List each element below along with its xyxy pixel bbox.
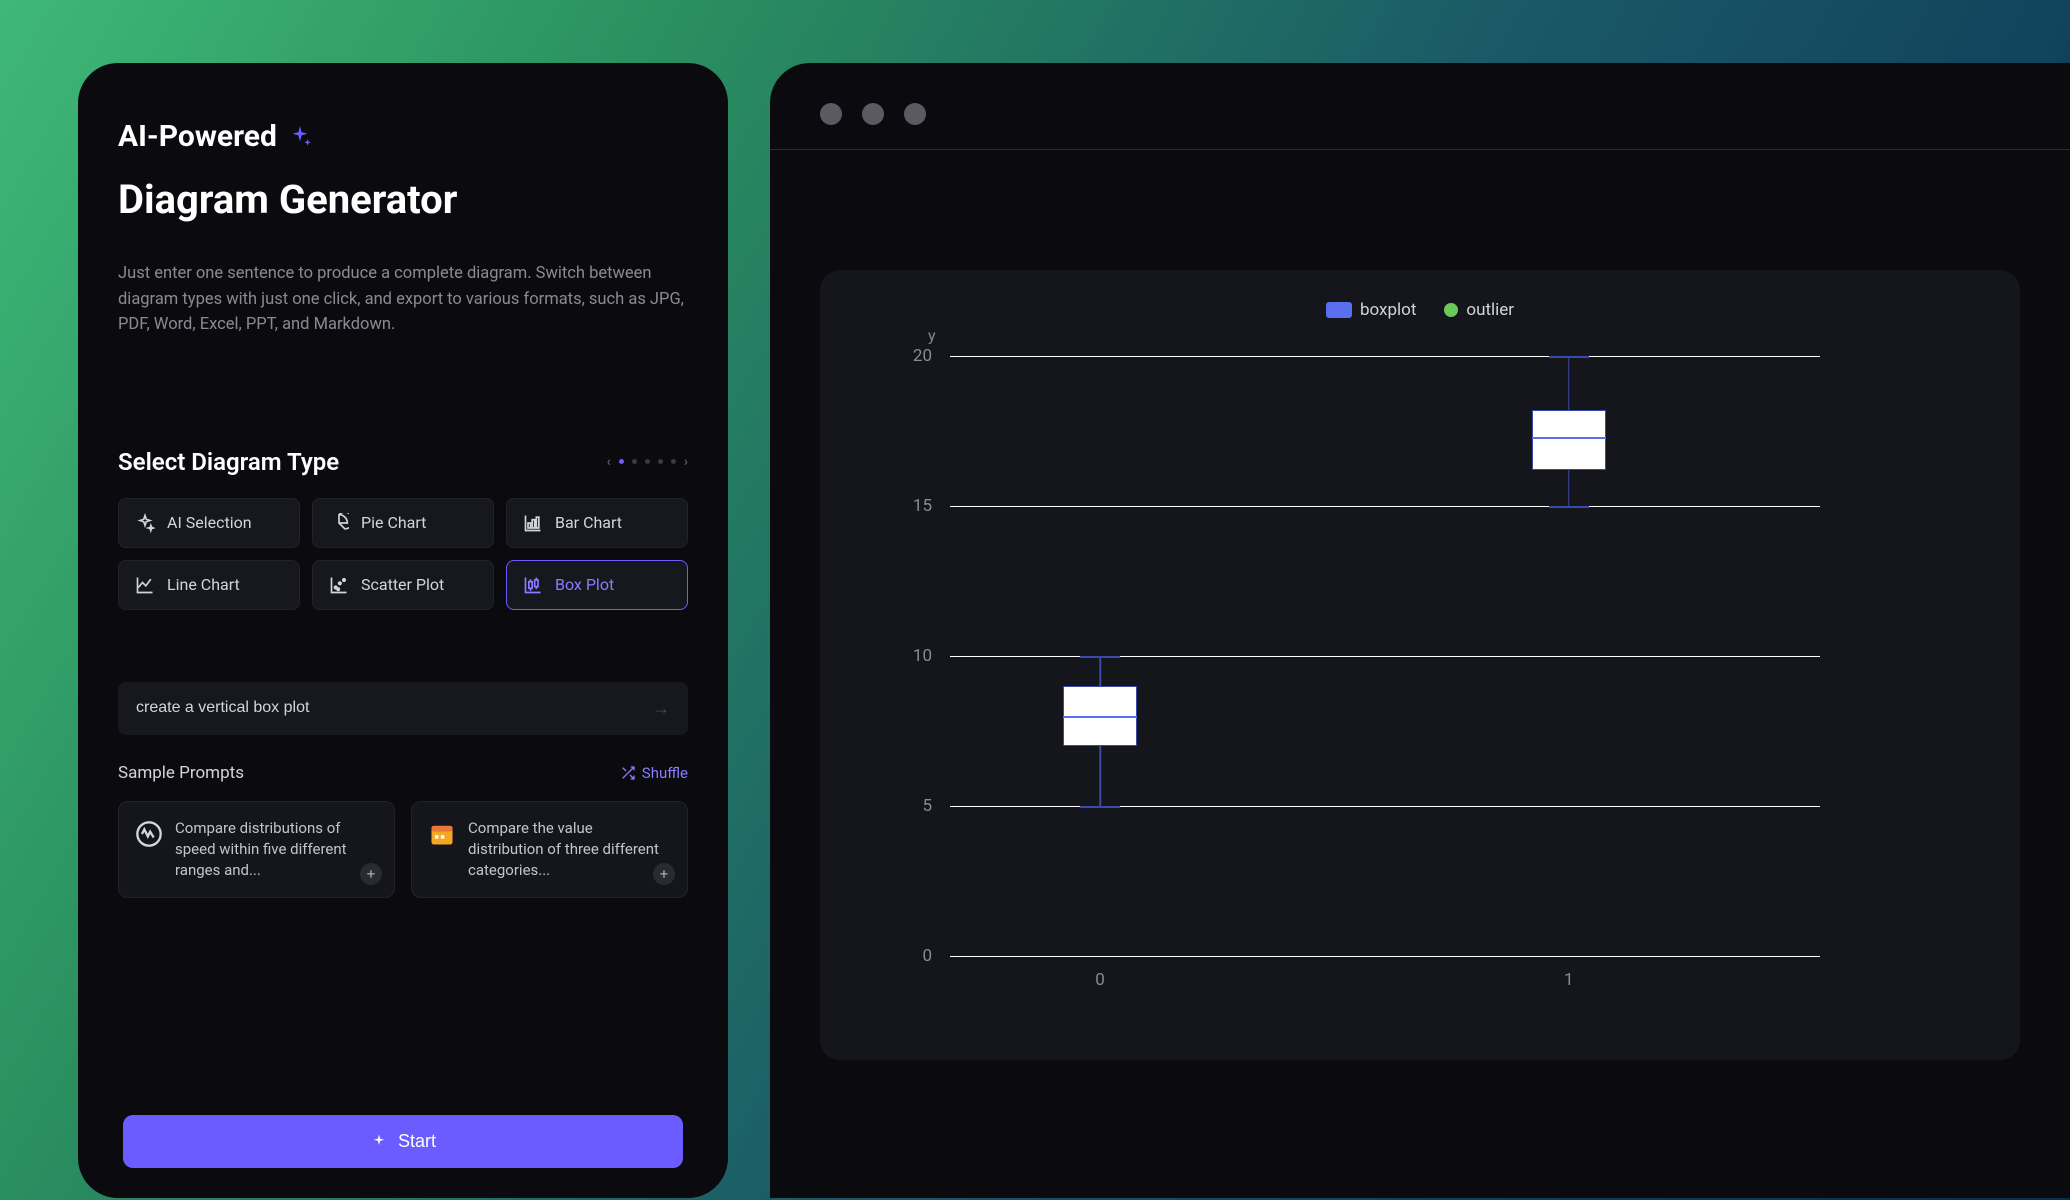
- whisker: [1568, 356, 1570, 410]
- chip-label: Box Plot: [555, 575, 614, 594]
- sample-card-text: Compare distributions of speed within fi…: [175, 818, 378, 881]
- preview-panel: boxplot outlier y 0510152001: [770, 63, 2070, 1198]
- chart-legend: boxplot outlier: [860, 300, 1980, 320]
- whisker-cap: [1549, 506, 1589, 508]
- gridline: [950, 506, 1820, 507]
- sample-card-1[interactable]: Compare distributions of speed within fi…: [118, 801, 395, 898]
- chip-ai-selection[interactable]: AI Selection: [118, 498, 300, 548]
- whisker: [1568, 470, 1570, 506]
- scatter-plot-icon: [329, 575, 349, 595]
- start-button-label: Start: [398, 1131, 436, 1152]
- line-chart-icon: [135, 575, 155, 595]
- pager-dot-5[interactable]: [671, 459, 676, 464]
- chip-label: Bar Chart: [555, 513, 622, 532]
- chip-line-chart[interactable]: Line Chart: [118, 560, 300, 610]
- box: [1532, 410, 1606, 470]
- generator-panel: AI-Powered Diagram Generator Just enter …: [78, 63, 728, 1198]
- diagram-type-pager: ‹ ›: [607, 454, 688, 470]
- legend-swatch-boxplot: [1326, 302, 1352, 318]
- chip-label: AI Selection: [167, 513, 252, 532]
- pager-dot-4[interactable]: [658, 459, 663, 464]
- pager-dot-1[interactable]: [619, 459, 624, 464]
- chip-label: Line Chart: [167, 575, 240, 594]
- y-axis-label: y: [928, 326, 936, 345]
- shuffle-label: Shuffle: [642, 764, 688, 782]
- pie-chart-icon: [329, 513, 349, 533]
- y-tick-label: 20: [913, 346, 932, 366]
- whisker: [1099, 746, 1101, 806]
- activity-icon: [135, 820, 163, 848]
- chart-area: y 0510152001: [930, 336, 1980, 976]
- y-tick-label: 15: [913, 496, 932, 516]
- shuffle-icon: [620, 765, 636, 781]
- chip-scatter-plot[interactable]: Scatter Plot: [312, 560, 494, 610]
- chip-label: Scatter Plot: [361, 575, 444, 594]
- bar-chart-icon: [523, 513, 543, 533]
- shuffle-button[interactable]: Shuffle: [620, 764, 688, 782]
- sample-card-text: Compare the value distribution of three …: [468, 818, 671, 881]
- window-maximize-icon[interactable]: [904, 103, 926, 125]
- add-sample-button[interactable]: +: [360, 863, 382, 885]
- ai-powered-tag: AI-Powered: [118, 119, 688, 154]
- sample-prompts-title: Sample Prompts: [118, 763, 244, 783]
- sparkle-icon: [135, 513, 155, 533]
- chart-card: boxplot outlier y 0510152001: [820, 270, 2020, 1060]
- whisker-cap: [1080, 806, 1120, 808]
- chip-pie-chart[interactable]: Pie Chart: [312, 498, 494, 548]
- box-plot-icon: [523, 575, 543, 595]
- legend-label: outlier: [1466, 300, 1514, 320]
- chip-label: Pie Chart: [361, 513, 426, 532]
- sample-card-2[interactable]: Compare the value distribution of three …: [411, 801, 688, 898]
- calendar-icon: [428, 820, 456, 848]
- legend-item-boxplot[interactable]: boxplot: [1326, 300, 1416, 320]
- x-tick-label: 0: [1095, 970, 1105, 990]
- whisker-cap: [1549, 356, 1589, 358]
- add-sample-button[interactable]: +: [653, 863, 675, 885]
- chip-bar-chart[interactable]: Bar Chart: [506, 498, 688, 548]
- median-line: [1063, 716, 1137, 718]
- pager-dot-2[interactable]: [632, 459, 637, 464]
- gridline: [950, 956, 1820, 957]
- median-line: [1532, 437, 1606, 439]
- description-text: Just enter one sentence to produce a com…: [118, 261, 688, 338]
- prompt-input-container[interactable]: →: [118, 682, 688, 735]
- y-tick-label: 5: [922, 796, 932, 816]
- whisker: [1099, 656, 1101, 686]
- start-button[interactable]: Start: [123, 1115, 683, 1168]
- chart-plot: 0510152001: [950, 356, 1820, 956]
- sparkle-icon: [287, 124, 313, 150]
- whisker-cap: [1080, 656, 1120, 658]
- submit-arrow-icon[interactable]: →: [652, 698, 670, 719]
- gridline: [950, 356, 1820, 357]
- legend-label: boxplot: [1360, 300, 1416, 320]
- page-title: Diagram Generator: [118, 176, 688, 223]
- pager-dot-3[interactable]: [645, 459, 650, 464]
- legend-item-outlier[interactable]: outlier: [1444, 300, 1514, 320]
- ai-powered-text: AI-Powered: [118, 119, 277, 154]
- chip-box-plot[interactable]: Box Plot: [506, 560, 688, 610]
- legend-swatch-outlier: [1444, 303, 1458, 317]
- y-tick-label: 0: [922, 946, 932, 966]
- pager-prev[interactable]: ‹: [607, 454, 611, 470]
- x-tick-label: 1: [1564, 970, 1574, 990]
- window-controls: [770, 63, 2070, 150]
- prompt-input[interactable]: [136, 699, 652, 717]
- window-minimize-icon[interactable]: [862, 103, 884, 125]
- y-tick-label: 10: [913, 646, 932, 666]
- pager-next[interactable]: ›: [684, 454, 688, 470]
- section-title: Select Diagram Type: [118, 448, 339, 476]
- sparkle-icon: [370, 1133, 388, 1151]
- window-close-icon[interactable]: [820, 103, 842, 125]
